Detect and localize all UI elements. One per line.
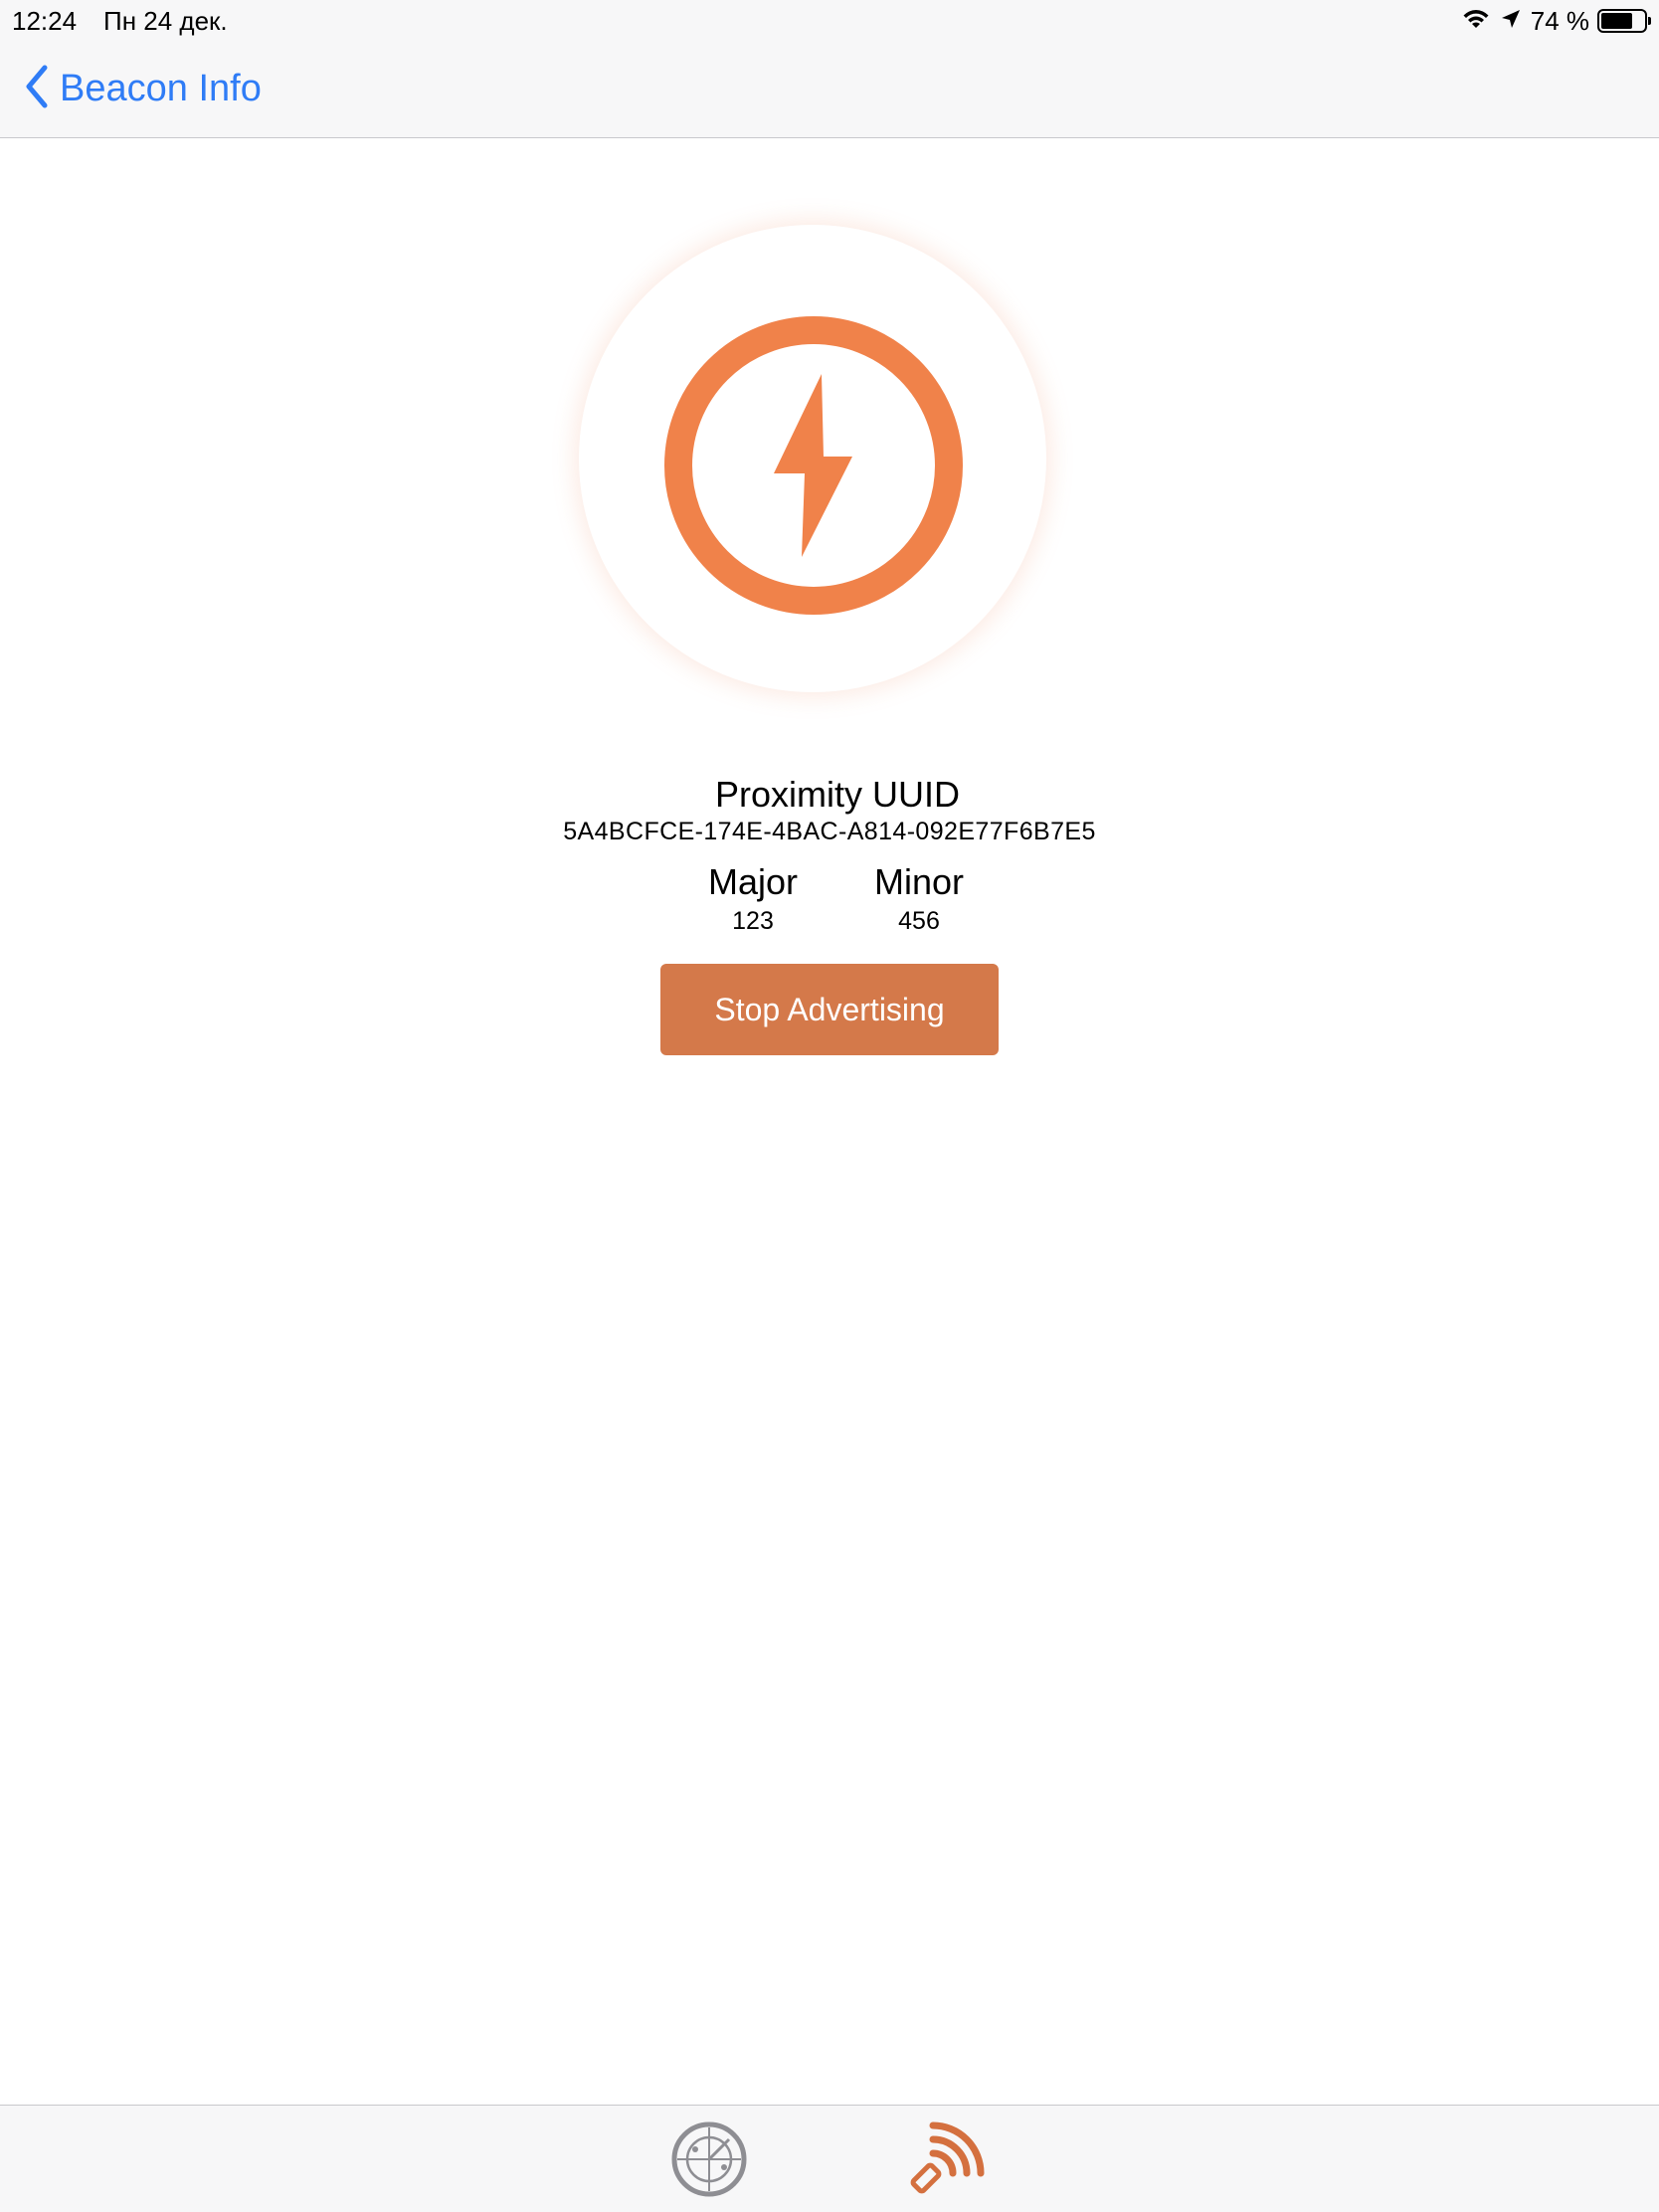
minor-label: Minor bbox=[873, 861, 965, 902]
status-date: Пн 24 дек. bbox=[103, 6, 228, 36]
minor-column: Minor 456 bbox=[820, 861, 1018, 939]
uuid-value: 5A4BCFCE-174E-4BAC-A814-092E77F6B7E5 bbox=[563, 818, 1096, 845]
uuid-value-row: 5A4BCFCE-174E-4BAC-A814-092E77F6B7E5 bbox=[0, 818, 1659, 846]
screen: 12:24 Пн 24 дек. 74 % Beacon Info Proxim… bbox=[0, 0, 1659, 2212]
battery-fill bbox=[1601, 13, 1633, 29]
back-button[interactable]: Beacon Info bbox=[24, 64, 262, 114]
battery-icon bbox=[1597, 9, 1651, 33]
broadcast-icon bbox=[905, 2121, 985, 2203]
status-right-group: 74 % bbox=[1461, 4, 1651, 38]
location-arrow-icon bbox=[1499, 7, 1523, 36]
status-time: 12:24 bbox=[12, 6, 78, 36]
minor-value: 456 bbox=[898, 907, 940, 935]
status-bar: 12:24 Пн 24 дек. 74 % bbox=[0, 0, 1659, 40]
stop-advertising-button[interactable]: Stop Advertising bbox=[660, 964, 999, 1055]
navigation-bar: Beacon Info bbox=[0, 40, 1659, 138]
uuid-label-row: Proximity UUID bbox=[0, 774, 1659, 816]
chevron-left-icon bbox=[24, 64, 50, 114]
tab-bar bbox=[0, 2105, 1659, 2212]
uuid-label: Proximity UUID bbox=[714, 774, 960, 815]
battery-cap bbox=[1648, 17, 1651, 25]
wifi-icon bbox=[1461, 7, 1491, 36]
tab-advertise[interactable] bbox=[905, 2120, 985, 2199]
lightning-bolt-icon bbox=[664, 316, 963, 615]
tab-scan[interactable] bbox=[669, 2120, 749, 2199]
back-button-label: Beacon Info bbox=[60, 68, 262, 109]
radar-icon bbox=[669, 2121, 749, 2203]
battery-percentage: 74 % bbox=[1530, 5, 1589, 36]
